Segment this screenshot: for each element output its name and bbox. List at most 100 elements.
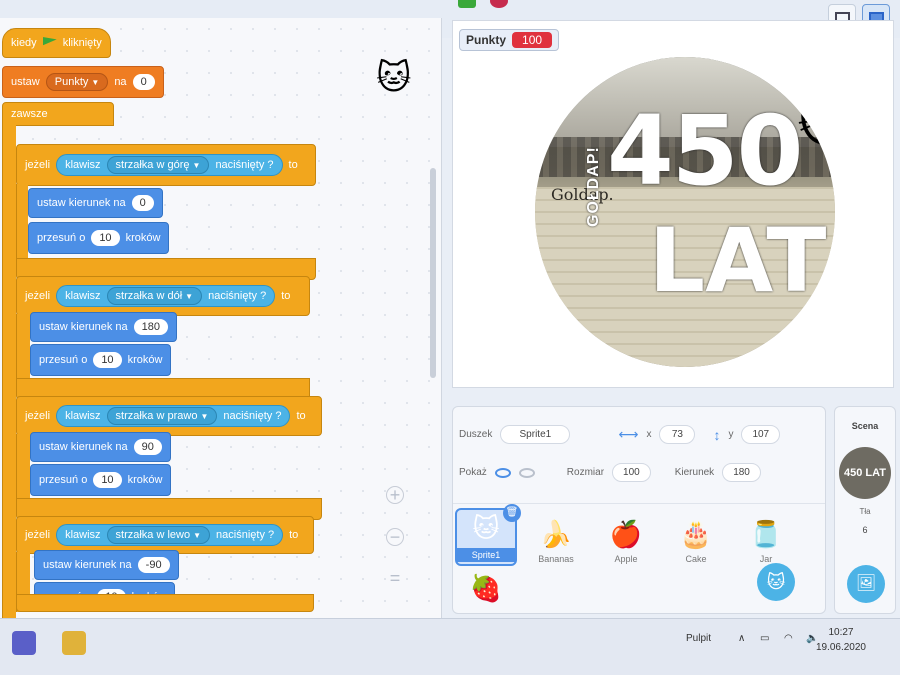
jar-icon: 🫙 <box>749 519 783 549</box>
sprite-tile-bananas[interactable]: 🍌 Bananas <box>525 508 587 566</box>
if-block-up[interactable]: jeżeli klawisz strzałka w górę ▼ naciśnię… <box>16 144 316 186</box>
point-direction-block[interactable]: ustaw kierunek na 0 <box>28 188 163 218</box>
direction-input[interactable]: 180 <box>133 319 169 335</box>
direction-input[interactable]: -90 <box>137 557 170 573</box>
sprite-tile-label: Bananas <box>538 554 574 564</box>
key-pressed-sensor[interactable]: klawisz strzałka w lewo ▼ naciśnięty ? <box>56 524 284 546</box>
stop-icon[interactable] <box>490 0 508 8</box>
zoom-out-button[interactable]: − <box>386 528 404 546</box>
trash-icon[interactable]: 🗑 <box>503 504 521 522</box>
add-backdrop-button[interactable]: 🖼 <box>847 565 885 603</box>
key-name: strzałka w lewo <box>115 529 191 541</box>
if-block-down[interactable]: jeżeli klawisz strzałka w dół ▼ naciśnięt… <box>16 276 310 316</box>
key-name: strzałka w dół <box>115 290 183 302</box>
battery-icon[interactable]: ▭ <box>760 633 769 644</box>
wifi-icon[interactable]: ◠ <box>784 633 793 644</box>
y-input[interactable]: 107 <box>741 425 781 444</box>
sprite-name-input[interactable]: Sprite1 <box>500 425 571 444</box>
clock[interactable]: 10:27 19.06.2020 <box>816 625 866 655</box>
backdrop-thumbnail[interactable]: 450 LAT <box>839 447 891 499</box>
direction-input[interactable]: 90 <box>133 439 162 455</box>
point-direction-block[interactable]: ustaw kierunek na 90 <box>30 432 171 462</box>
if-label: jeżeli <box>25 410 51 422</box>
sprite-tile-strawberry[interactable]: 🍓 <box>455 570 517 610</box>
backdrops-label: Tła <box>859 507 871 516</box>
direction-input[interactable]: 180 <box>722 463 761 482</box>
if-label: jeżeli <box>25 159 51 171</box>
sprite-tile-cake[interactable]: 🎂 Cake <box>665 508 727 566</box>
variable-value-input[interactable]: 0 <box>132 74 155 90</box>
key-dropdown[interactable]: strzałka w lewo ▼ <box>106 526 211 544</box>
folder-icon[interactable] <box>62 631 86 655</box>
sprite-list: 🐱 Sprite1 🗑 🍌 Bananas 🍎 Apple 🎂 Cake 🫙 J… <box>453 503 825 615</box>
stage-panel-title: Scena <box>851 421 879 431</box>
point-direction-block[interactable]: ustaw kierunek na -90 <box>34 550 179 580</box>
steps-suffix: kroków <box>127 354 163 366</box>
if-arm <box>16 184 28 262</box>
key-pressed-sensor[interactable]: klawisz strzałka w górę ▼ naciśnięty ? <box>56 154 283 176</box>
banana-icon: 🍌 <box>539 519 573 549</box>
key-pressed-sensor[interactable]: klawisz strzałka w prawo ▼ naciśnięty ? <box>56 405 291 427</box>
stage-panel[interactable]: Scena 450 LAT Tła 6 🖼 <box>834 406 896 614</box>
show-eye-icon[interactable] <box>494 467 511 478</box>
green-flag-icon[interactable] <box>458 0 476 8</box>
move-steps-block[interactable]: przesuń o 10 kroków <box>28 222 170 254</box>
if-block-left[interactable]: jeżeli klawisz strzałka w lewo ▼ naciśnię… <box>16 516 314 554</box>
sprite-cat-on-stage[interactable]: 🐱 <box>797 89 835 155</box>
desktop-label[interactable]: Pulpit <box>686 633 711 644</box>
backdrops-count: 6 <box>862 525 868 535</box>
logo-number: 450 <box>607 95 803 207</box>
key-dropdown[interactable]: strzałka w dół ▼ <box>106 287 203 305</box>
steps-suffix: kroków <box>127 474 163 486</box>
sprite-tile-apple[interactable]: 🍎 Apple <box>595 508 657 566</box>
zoom-reset-icon: = <box>389 568 401 588</box>
when-flag-clicked-block[interactable]: kiedy kliknięty <box>2 28 111 58</box>
stage[interactable]: Punkty 100 Goldap. 450 LAT GOŁDAP! 🐱 <box>452 20 894 388</box>
sprite-name-row: Duszek Sprite1 ⟷ x 73 ↕ y 107 <box>459 425 781 444</box>
point-direction-block[interactable]: ustaw kierunek na 180 <box>30 312 178 342</box>
pressed-label: naciśnięty ? <box>215 159 274 171</box>
add-sprite-button[interactable]: 🐱 <box>757 563 795 601</box>
teams-icon[interactable] <box>12 631 36 655</box>
zoom-in-button[interactable]: + <box>386 486 404 504</box>
horizontal-arrow-icon: ⟷ <box>618 426 639 442</box>
hide-eye-icon[interactable] <box>518 467 535 478</box>
steps-input[interactable]: 10 <box>93 352 122 368</box>
forever-arm <box>2 124 16 624</box>
chevron-down-icon: ▼ <box>185 292 194 301</box>
sprite-tile-jar[interactable]: 🫙 Jar <box>735 508 797 566</box>
variable-dropdown[interactable]: Punkty ▼ <box>45 73 109 91</box>
code-scrollbar[interactable] <box>430 168 436 378</box>
then-label: to <box>281 290 291 302</box>
key-label: klawisz <box>65 159 101 171</box>
if-block-right[interactable]: jeżeli klawisz strzałka w prawo ▼ naciśni… <box>16 396 322 436</box>
event-suffix: kliknięty <box>62 37 102 49</box>
move-steps-block[interactable]: przesuń o 10 kroków <box>30 464 172 496</box>
size-input[interactable]: 100 <box>612 463 651 482</box>
x-input[interactable]: 73 <box>659 425 696 444</box>
key-dropdown[interactable]: strzałka w prawo ▼ <box>106 407 218 425</box>
key-label: klawisz <box>65 290 101 302</box>
key-name: strzałka w górę <box>115 159 190 171</box>
y-label: y <box>728 429 734 440</box>
set-to-label: na <box>114 76 127 88</box>
chevron-down-icon: ▼ <box>193 531 202 540</box>
direction-label: ustaw kierunek na <box>37 197 126 209</box>
backdrop-logo: Goldap. 450 LAT GOŁDAP! 🐱 <box>535 57 835 367</box>
key-dropdown[interactable]: strzałka w górę ▼ <box>106 156 210 174</box>
chevron-up-icon[interactable]: ∧ <box>738 633 745 644</box>
pressed-label: naciśnięty ? <box>216 529 275 541</box>
code-area[interactable]: 🐱 kiedy kliknięty ustaw Punkty ▼ na 0 zaw… <box>0 18 442 624</box>
forever-block[interactable]: zawsze <box>2 102 114 126</box>
pressed-label: naciśnięty ? <box>208 290 267 302</box>
direction-input[interactable]: 0 <box>131 195 154 211</box>
steps-input[interactable]: 10 <box>93 472 122 488</box>
zoom-reset-button[interactable]: = <box>386 568 404 588</box>
picture-icon: 🖼 <box>855 575 877 592</box>
set-variable-block[interactable]: ustaw Punkty ▼ na 0 <box>2 66 164 98</box>
key-pressed-sensor[interactable]: klawisz strzałka w dół ▼ naciśnięty ? <box>56 285 276 307</box>
move-steps-block[interactable]: przesuń o 10 kroków <box>30 344 172 376</box>
logo-city-text: Goldap. <box>551 185 614 204</box>
steps-input[interactable]: 10 <box>91 230 120 246</box>
sprite-tile-sprite1[interactable]: 🐱 Sprite1 🗑 <box>455 504 521 566</box>
